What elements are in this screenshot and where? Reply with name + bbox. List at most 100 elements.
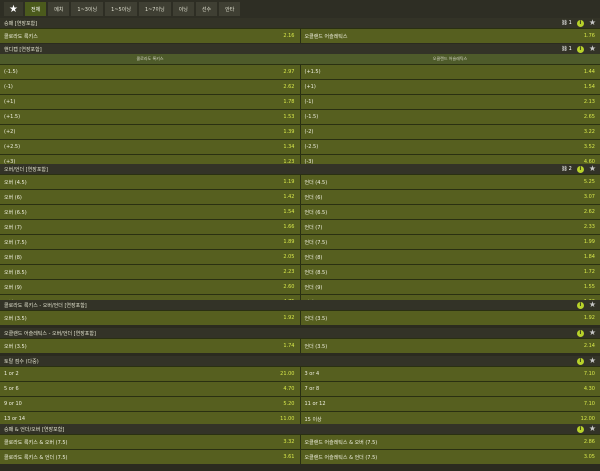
odds-value: 3.52: [583, 144, 595, 150]
odds-button[interactable]: 언더 (8.5) 1.72: [299, 265, 600, 279]
same-game-multi-badge[interactable]: ⛓ 2: [561, 166, 572, 172]
tab-innings-1-3[interactable]: 1~3이닝: [71, 2, 104, 16]
odds-value: 12.00: [580, 416, 595, 422]
odds-value: 1.78: [283, 99, 295, 105]
tab-innings-1-7[interactable]: 1~7이닝: [138, 2, 171, 16]
market-header[interactable]: 핸디캡 [연장포함] ⛓ 1 i ★: [0, 44, 600, 54]
odds-button[interactable]: 언더 (6.5) 2.62: [299, 205, 600, 219]
odds-value: 2.14: [583, 343, 595, 349]
selection-label: (-1): [4, 84, 13, 90]
odds-button[interactable]: 7 or 8 4.30: [299, 382, 600, 396]
selection-label: 언더 (3.5): [304, 343, 328, 350]
odds-button[interactable]: 오버 (7.5) 1.89: [0, 235, 300, 249]
odds-button[interactable]: 언더 (3.5) 1.92: [299, 311, 600, 325]
odds-button[interactable]: 언더 (7) 2.33: [299, 220, 600, 234]
odds-button[interactable]: 오버 (3.5) 1.74: [0, 339, 300, 353]
odds-button[interactable]: 콜로라도 록키스 & 언더 (7.5) 3.61: [0, 450, 300, 464]
odds-button[interactable]: 콜로라도 록키스 & 오버 (7.5) 3.32: [0, 435, 300, 449]
favorite-star-icon[interactable]: ★: [589, 357, 596, 365]
info-icon[interactable]: i: [576, 425, 584, 433]
odds-button[interactable]: 오클랜드 어슬레틱스 & 언더 (7.5) 3.05: [299, 450, 600, 464]
market-header[interactable]: 승패 [연장포함] ⛓ 1 i ★: [0, 18, 600, 28]
tab-inning[interactable]: 이닝: [172, 2, 194, 16]
odds-button[interactable]: 1 or 2 21.00: [0, 367, 300, 381]
odds-button[interactable]: 9 or 10 5.20: [0, 397, 300, 411]
same-game-multi-badge[interactable]: ⛓ 1: [561, 46, 572, 52]
odds-button[interactable]: (-1) 2.62: [0, 80, 300, 94]
odds-row: (+2) 1.39 (-2) 3.22: [0, 124, 600, 139]
odds-button[interactable]: (-2) 3.22: [299, 125, 600, 139]
odds-button[interactable]: (+2.5) 1.34: [0, 140, 300, 154]
market-title: 오클랜드 어슬레틱스 - 오버/언더 [연장포함]: [4, 330, 96, 337]
odds-button[interactable]: (+1) 1.78: [0, 95, 300, 109]
odds-button[interactable]: 언더 (7.5) 1.99: [299, 235, 600, 249]
odds-button[interactable]: 오버 (7) 1.66: [0, 220, 300, 234]
info-icon[interactable]: i: [576, 301, 584, 309]
odds-button[interactable]: (+1.5) 1.53: [0, 110, 300, 124]
odds-button[interactable]: 오버 (3.5) 1.92: [0, 311, 300, 325]
info-icon[interactable]: i: [576, 19, 584, 27]
odds-button[interactable]: 오버 (8) 2.05: [0, 250, 300, 264]
market-header[interactable]: 오버/언더 [연장포함] ⛓ 2 i ★: [0, 164, 600, 174]
info-icon[interactable]: i: [576, 165, 584, 173]
info-icon[interactable]: i: [576, 357, 584, 365]
favorite-star-icon[interactable]: ★: [589, 165, 596, 173]
favorite-star-icon[interactable]: ★: [589, 301, 596, 309]
odds-button[interactable]: 오버 (6.5) 1.54: [0, 205, 300, 219]
same-game-multi-badge[interactable]: ⛓ 1: [561, 20, 572, 26]
tab-hits[interactable]: 안타: [219, 2, 241, 16]
odds-value: 7.10: [583, 401, 595, 407]
market-header[interactable]: 토탈 점수 (다중) i ★: [0, 356, 600, 366]
odds-value: 2.97: [283, 69, 295, 75]
odds-button[interactable]: 5 or 6 4.70: [0, 382, 300, 396]
market-section: 오버/언더 [연장포함] ⛓ 2 i ★ 오버 (4.5) 1.19 언더 (4.5) 5.25…: [0, 164, 600, 309]
odds-row: (+1.5) 1.53 (-1.5) 2.65: [0, 109, 600, 124]
market-header[interactable]: 오클랜드 어슬레틱스 - 오버/언더 [연장포함] i ★: [0, 328, 600, 338]
favorite-star-icon[interactable]: ★: [589, 45, 596, 53]
favorites-star-button[interactable]: ★: [4, 2, 23, 16]
odds-value: 3.22: [583, 129, 595, 135]
odds-button[interactable]: 오클랜드 어슬레틱스 1.76: [299, 29, 600, 43]
odds-value: 1.55: [583, 284, 595, 290]
odds-button[interactable]: (-2.5) 3.52: [299, 140, 600, 154]
odds-button[interactable]: 3 or 4 7.10: [299, 367, 600, 381]
market-header[interactable]: 콜로라도 록키스 - 오버/언더 [연장포함] i ★: [0, 300, 600, 310]
odds-button[interactable]: (-1.5) 2.65: [299, 110, 600, 124]
info-icon[interactable]: i: [576, 45, 584, 53]
odds-button[interactable]: 오클랜드 어슬레틱스 & 오버 (7.5) 2.86: [299, 435, 600, 449]
column-headers: 콜로라도 록키스 오클랜드 어슬레틱스: [0, 54, 600, 64]
odds-button[interactable]: 언더 (3.5) 2.14: [299, 339, 600, 353]
info-icon[interactable]: i: [576, 329, 584, 337]
link-icon: ⛓: [561, 20, 568, 26]
odds-button[interactable]: (+2) 1.39: [0, 125, 300, 139]
odds-value: 7.10: [583, 371, 595, 377]
odds-button[interactable]: 언더 (4.5) 5.25: [299, 175, 600, 189]
odds-button[interactable]: (+1) 1.54: [299, 80, 600, 94]
odds-row: 5 or 6 4.70 7 or 8 4.30: [0, 381, 600, 396]
odds-button[interactable]: 언더 (9) 1.55: [299, 280, 600, 294]
odds-row: 오버 (8) 2.05 언더 (8) 1.84: [0, 249, 600, 264]
odds-button[interactable]: 오버 (4.5) 1.19: [0, 175, 300, 189]
favorite-star-icon[interactable]: ★: [589, 425, 596, 433]
favorite-star-icon[interactable]: ★: [589, 19, 596, 27]
odds-button[interactable]: 콜로라도 록키스 2.16: [0, 29, 300, 43]
tab-player[interactable]: 선수: [195, 2, 218, 16]
link-icon: ⛓: [561, 166, 568, 172]
market-header[interactable]: 승패 & 언더/오버 [연장포함] i ★: [0, 424, 600, 434]
odds-button[interactable]: (+1.5) 1.44: [299, 65, 600, 79]
odds-button[interactable]: 11 or 12 7.10: [299, 397, 600, 411]
favorite-star-icon[interactable]: ★: [589, 329, 596, 337]
market-title: 오버/언더 [연장포함]: [4, 166, 48, 173]
odds-button[interactable]: 오버 (6) 1.42: [0, 190, 300, 204]
tab-innings-1-5[interactable]: 1~5이닝: [105, 2, 137, 16]
odds-button[interactable]: 언더 (6) 3.07: [299, 190, 600, 204]
tab-all[interactable]: 전체: [25, 2, 47, 16]
odds-button[interactable]: (-1.5) 2.97: [0, 65, 300, 79]
odds-button[interactable]: 오버 (8.5) 2.23: [0, 265, 300, 279]
odds-button[interactable]: 오버 (9) 2.60: [0, 280, 300, 294]
selection-label: 콜로라도 록키스: [4, 33, 38, 40]
odds-button[interactable]: 언더 (8) 1.84: [299, 250, 600, 264]
market-header-icons: i ★: [576, 328, 596, 338]
tab-match[interactable]: 메치: [48, 2, 70, 16]
odds-button[interactable]: (-1) 2.13: [299, 95, 600, 109]
